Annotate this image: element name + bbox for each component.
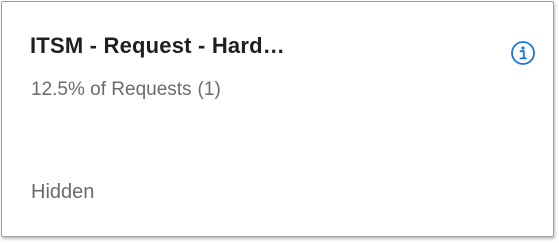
info-icon[interactable] [510,40,536,66]
request-stats: 12.5% of Requests (1) [31,79,221,101]
visibility-status: Hidden [31,181,95,203]
card-title: ITSM - Request - Hard… [30,33,285,58]
percent-of-requests: 12.5% of Requests [31,79,192,100]
report-card[interactable]: ITSM - Request - Hard… 12.5% of Requests… [1,1,554,237]
request-count: (1) [197,79,221,100]
